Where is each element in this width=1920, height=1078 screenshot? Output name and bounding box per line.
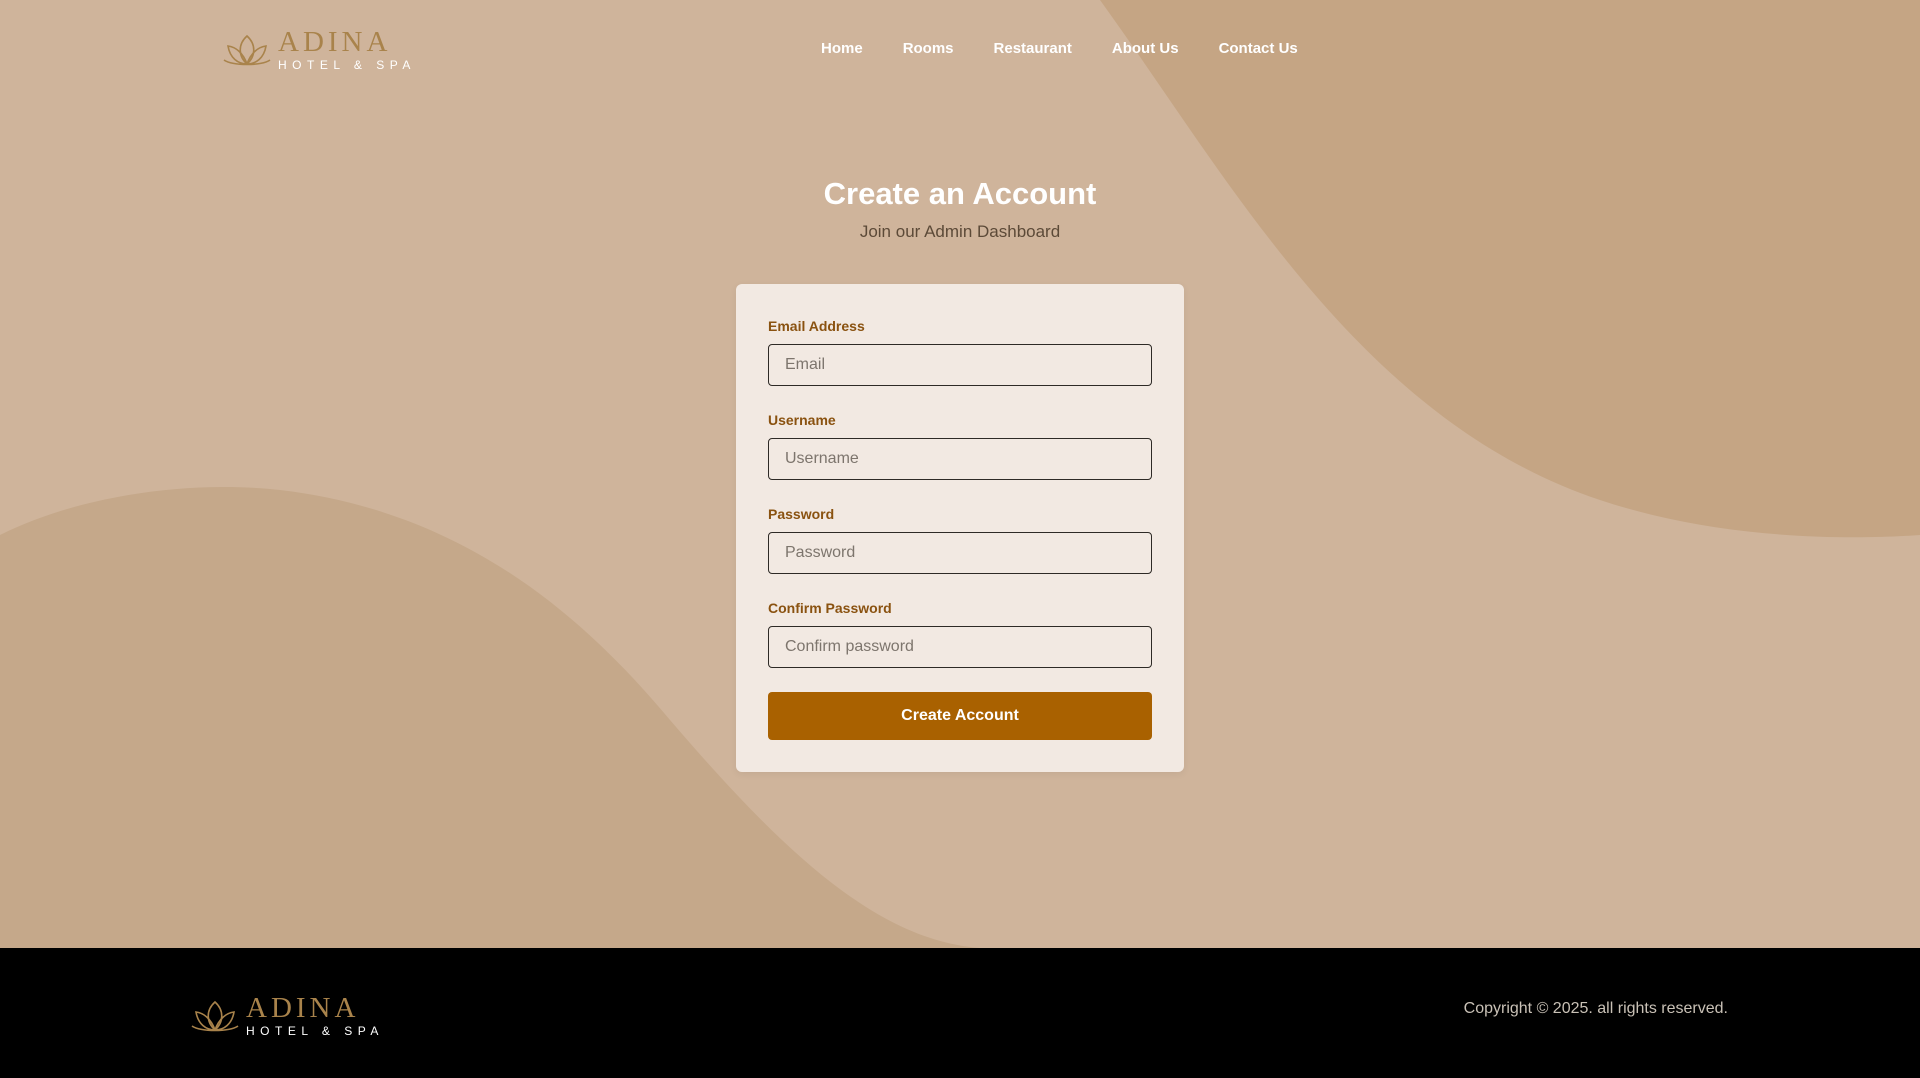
page-title: Create an Account — [823, 176, 1097, 211]
lotus-icon — [223, 34, 271, 65]
site-footer: ADINA HOTEL & SPA Copyright © 2025. all … — [0, 948, 1920, 1078]
confirm-password-label: Confirm Password — [768, 600, 892, 616]
signup-form: Email Address Username Password Confirm … — [736, 284, 1184, 772]
nav-contact-us[interactable]: Contact Us — [1219, 40, 1298, 58]
site-header: ADINA HOTEL & SPA Home Rooms Restaurant … — [0, 0, 1920, 100]
nav-home[interactable]: Home — [821, 40, 863, 58]
page-subtitle: Join our Admin Dashboard — [859, 222, 1061, 241]
main-nav: Home Rooms Restaurant About Us Contact U… — [821, 40, 1338, 58]
footer-logo[interactable]: ADINA HOTEL & SPA — [190, 994, 384, 1037]
copyright-text: Copyright © 2025. all rights reserved. — [1463, 1000, 1728, 1017]
nav-rooms[interactable]: Rooms — [903, 40, 954, 58]
brand-name: ADINA — [278, 26, 392, 58]
footer-wordmark: ADINA HOTEL & SPA — [246, 992, 384, 1038]
footer-brand-tagline: HOTEL & SPA — [246, 1024, 384, 1038]
brand-wordmark: ADINA HOTEL & SPA — [278, 26, 416, 72]
nav-about-us[interactable]: About Us — [1112, 40, 1179, 58]
footer-brand-name: ADINA — [246, 992, 360, 1024]
username-field[interactable] — [768, 438, 1152, 480]
brand-logo[interactable]: ADINA HOTEL & SPA — [222, 28, 416, 71]
nav-restaurant[interactable]: Restaurant — [994, 40, 1072, 58]
username-label: Username — [768, 412, 836, 428]
create-account-button[interactable]: Create Account — [768, 692, 1152, 740]
email-label: Email Address — [768, 318, 865, 334]
confirm-password-field[interactable] — [768, 626, 1152, 668]
password-label: Password — [768, 506, 835, 522]
email-field[interactable] — [768, 344, 1152, 386]
lotus-icon — [191, 1000, 239, 1031]
password-field[interactable] — [768, 532, 1152, 574]
brand-tagline: HOTEL & SPA — [278, 58, 416, 72]
